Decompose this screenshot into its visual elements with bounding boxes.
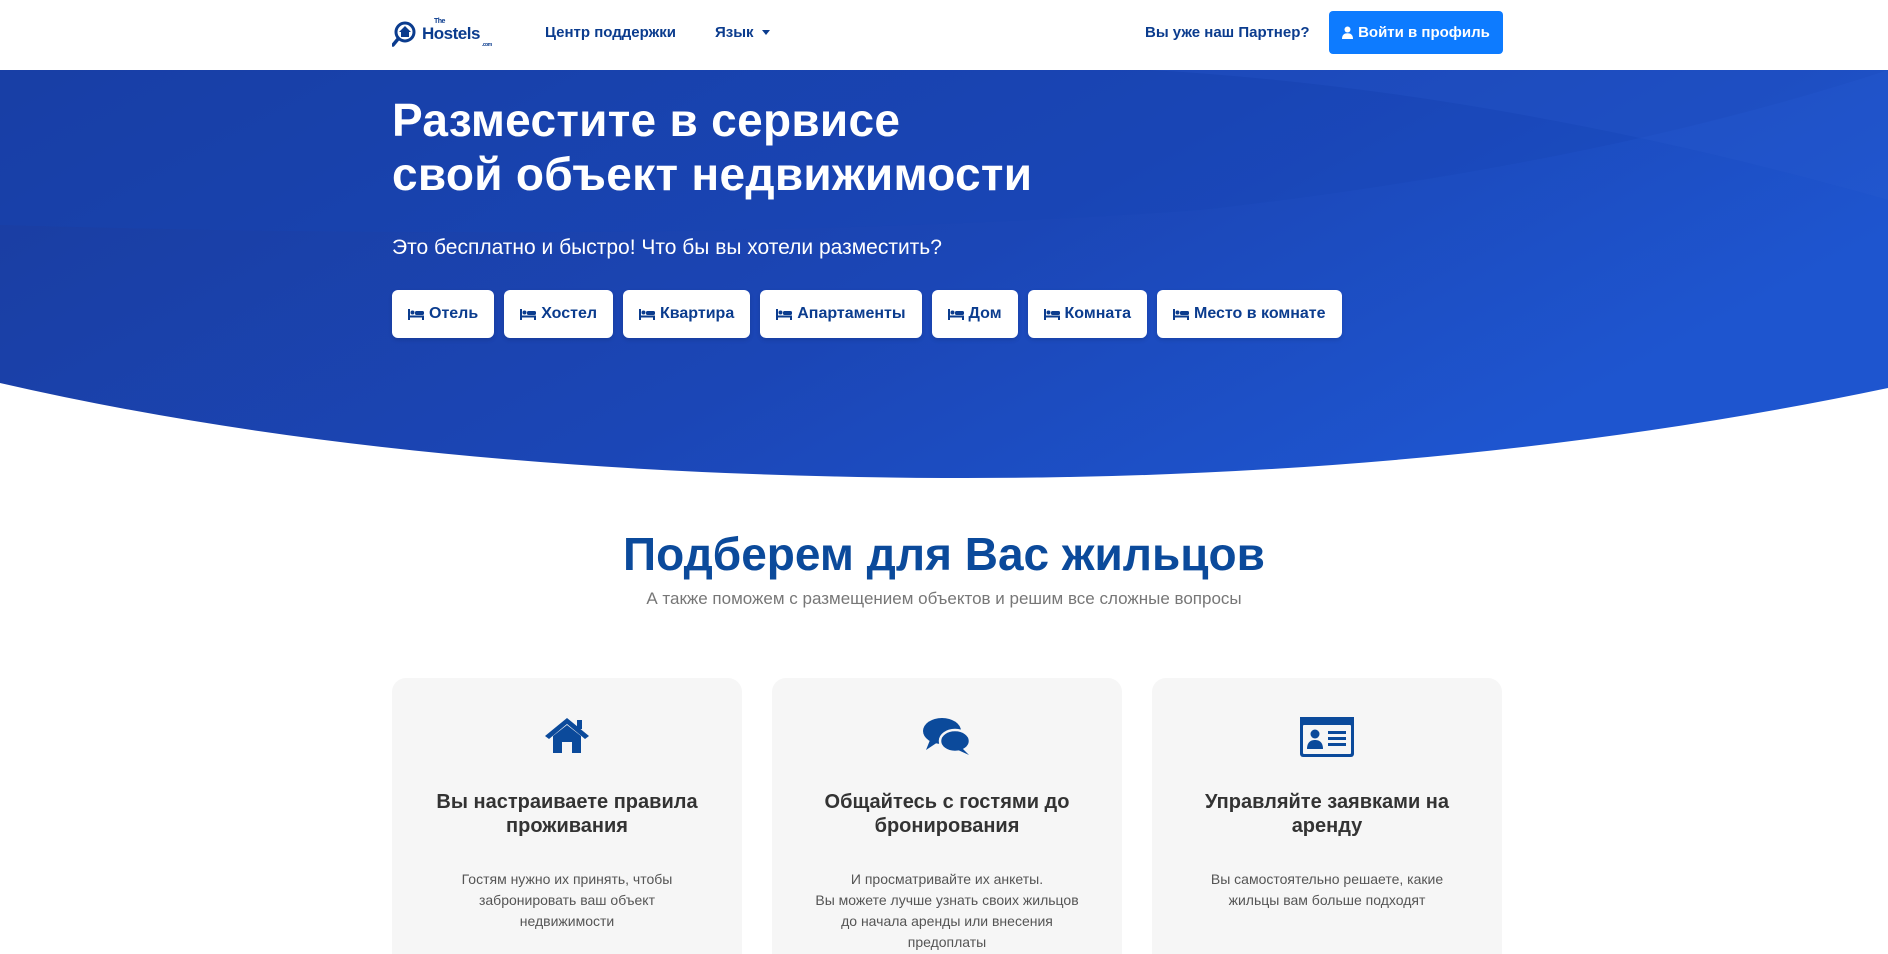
property-type-label: Место в комнате [1194,305,1326,322]
logo-text-main: Hostels [422,24,480,43]
features-subtitle: А также поможем с размещением объектов и… [646,589,1242,608]
nav-support-label: Центр поддержки [545,23,676,41]
logo-text-suffix: .com [482,42,492,48]
bed-icon [408,308,424,320]
logo-text: The Hostels .com [422,18,492,48]
feature-card: Общайтесь с гостями до бронирования И пр… [772,678,1122,954]
feature-card: Вы настраиваете правила проживания Гостя… [392,678,742,954]
property-type-hotel-button[interactable]: Отель [392,290,495,338]
property-type-label: Комната [1064,305,1131,322]
feature-card: Управляйте заявками на аренду Вы самосто… [1152,678,1502,954]
hero-title-line1: Разместите в сервисе [392,94,901,146]
property-type-label: Отель [429,305,479,322]
property-type-buttons: Отель Хостел Квартира Апартаменты Дом Ко… [392,290,1342,338]
logo-house-icon [392,21,416,47]
feature-card-title: Вы настраиваете правила проживания [436,791,698,837]
property-type-hostel-button[interactable]: Хостел [504,290,614,338]
nav-support-link[interactable]: Центр поддержки [545,22,676,42]
property-type-label: Апартаменты [797,305,906,322]
hero-subtitle: Это бесплатно и быстро! Что бы вы хотели… [392,236,942,259]
property-type-apartments-button[interactable]: Апартаменты [760,290,922,338]
features-title: Подберем для Вас жильцов [623,528,1265,580]
language-label: Язык [715,23,754,41]
bed-icon [520,308,537,320]
feature-card-title: Управляйте заявками на аренду [1204,791,1450,837]
property-type-flat-button[interactable]: Квартира [623,290,751,338]
bed-icon [1173,308,1189,320]
feature-card-text: И просматривайте их анкеты. Вы можете лу… [815,871,1079,950]
property-type-label: Хостел [541,305,598,322]
property-type-label: Дом [968,305,1002,322]
page: The Hostels .com Центр поддержки Язык Вы… [0,0,1888,954]
hero-title-line2: свой объект недвижимости [392,148,1033,200]
feature-card-text: Вы самостоятельно решаете, какие жильцы … [1210,871,1444,908]
caret-down-icon [761,30,770,35]
property-type-label: Квартира [660,305,735,322]
feature-card-text: Гостям нужно их принять, чтобы заброниро… [461,871,673,929]
chat-icon [772,716,1122,756]
property-type-bed-in-room-button[interactable]: Место в комнате [1157,290,1342,338]
feature-card-title: Общайтесь с гостями до бронирования [824,791,1070,837]
top-navbar: The Hostels .com Центр поддержки Язык Вы… [0,0,1888,70]
site-logo[interactable]: The Hostels .com [392,16,492,48]
partner-question-link[interactable]: Вы уже наш Партнер? [1145,22,1310,42]
property-type-house-button[interactable]: Дом [931,290,1018,338]
id-card-icon [1152,716,1502,758]
user-icon [1342,26,1354,39]
hero-title: Разместите в сервисе свой объект недвижи… [392,93,1032,201]
property-type-room-button[interactable]: Комната [1027,290,1147,338]
bed-icon [947,308,964,320]
login-button-label: Войти в профиль [1358,24,1490,41]
bed-icon [776,308,793,320]
feature-cards: Вы настраиваете правила проживания Гостя… [392,678,1502,954]
language-dropdown[interactable]: Язык [715,22,770,42]
partner-question-label: Вы уже наш Партнер? [1145,23,1310,41]
home-icon [392,716,742,754]
login-button[interactable]: Войти в профиль [1329,11,1503,54]
bed-icon [639,308,656,320]
bed-icon [1043,308,1060,320]
